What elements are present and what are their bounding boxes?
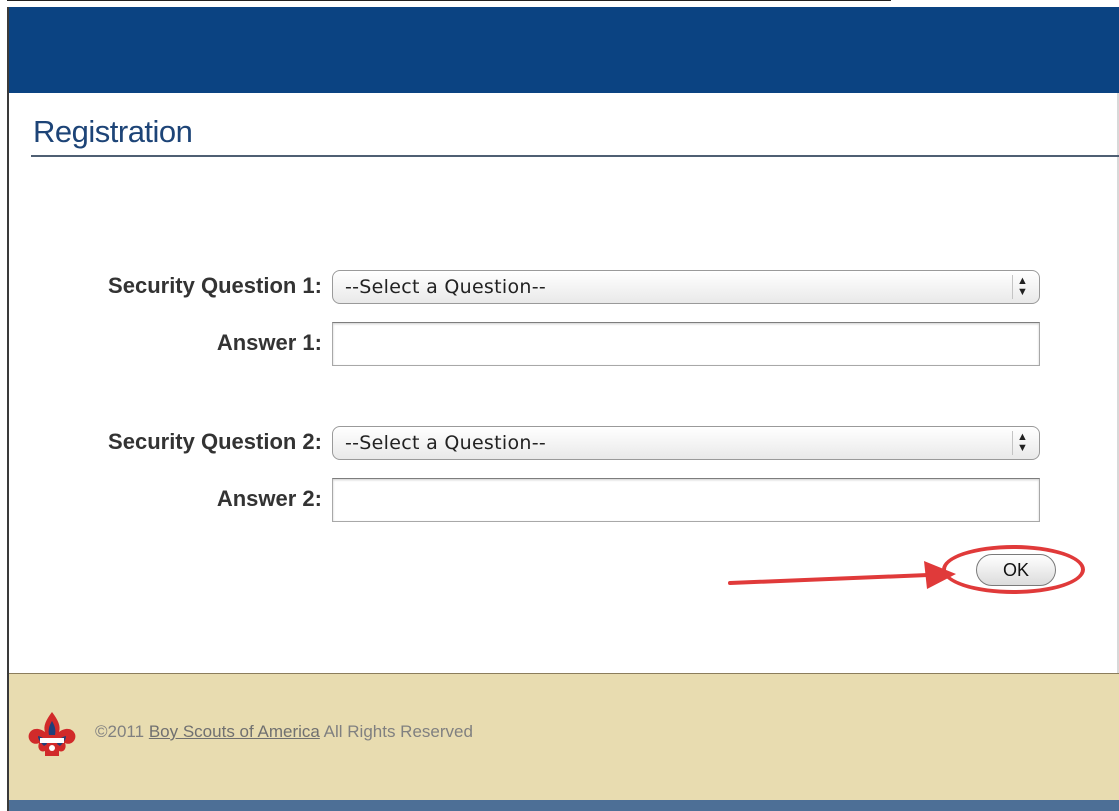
- annotation-arrow-icon: [728, 561, 956, 589]
- answer-2-label: Answer 2:: [216, 486, 322, 511]
- footer-copyright: ©2011 Boy Scouts of America All Rights R…: [95, 722, 473, 742]
- fleur-de-lis-icon: [28, 712, 76, 756]
- security-question-2-select[interactable]: --Select a Question-- ▲ ▼: [332, 426, 1040, 460]
- answer-1-label: Answer 1:: [216, 330, 322, 355]
- answer-1-input[interactable]: [332, 322, 1040, 366]
- page-title: Registration: [33, 114, 193, 149]
- copyright-year: ©2011: [95, 722, 145, 741]
- answer-2-input[interactable]: [332, 478, 1040, 522]
- ok-button[interactable]: OK: [976, 554, 1056, 586]
- security-question-2-selected-value: --Select a Question--: [345, 432, 547, 454]
- select-arrows-icon: ▲ ▼: [1012, 275, 1032, 299]
- security-question-1-label: Security Question 1:: [108, 273, 322, 298]
- security-question-2-label: Security Question 2:: [108, 429, 322, 454]
- title-divider: [31, 155, 1119, 157]
- select-arrows-icon: ▲ ▼: [1012, 431, 1032, 455]
- rights-text: All Rights Reserved: [323, 722, 473, 741]
- footer-bottom-bar: [9, 800, 1119, 811]
- security-question-1-selected-value: --Select a Question--: [345, 276, 547, 298]
- window-top-edge: [7, 0, 891, 7]
- security-question-1-select[interactable]: --Select a Question-- ▲ ▼: [332, 270, 1040, 304]
- header-bar: [9, 7, 1119, 93]
- bsa-link[interactable]: Boy Scouts of America: [149, 722, 320, 741]
